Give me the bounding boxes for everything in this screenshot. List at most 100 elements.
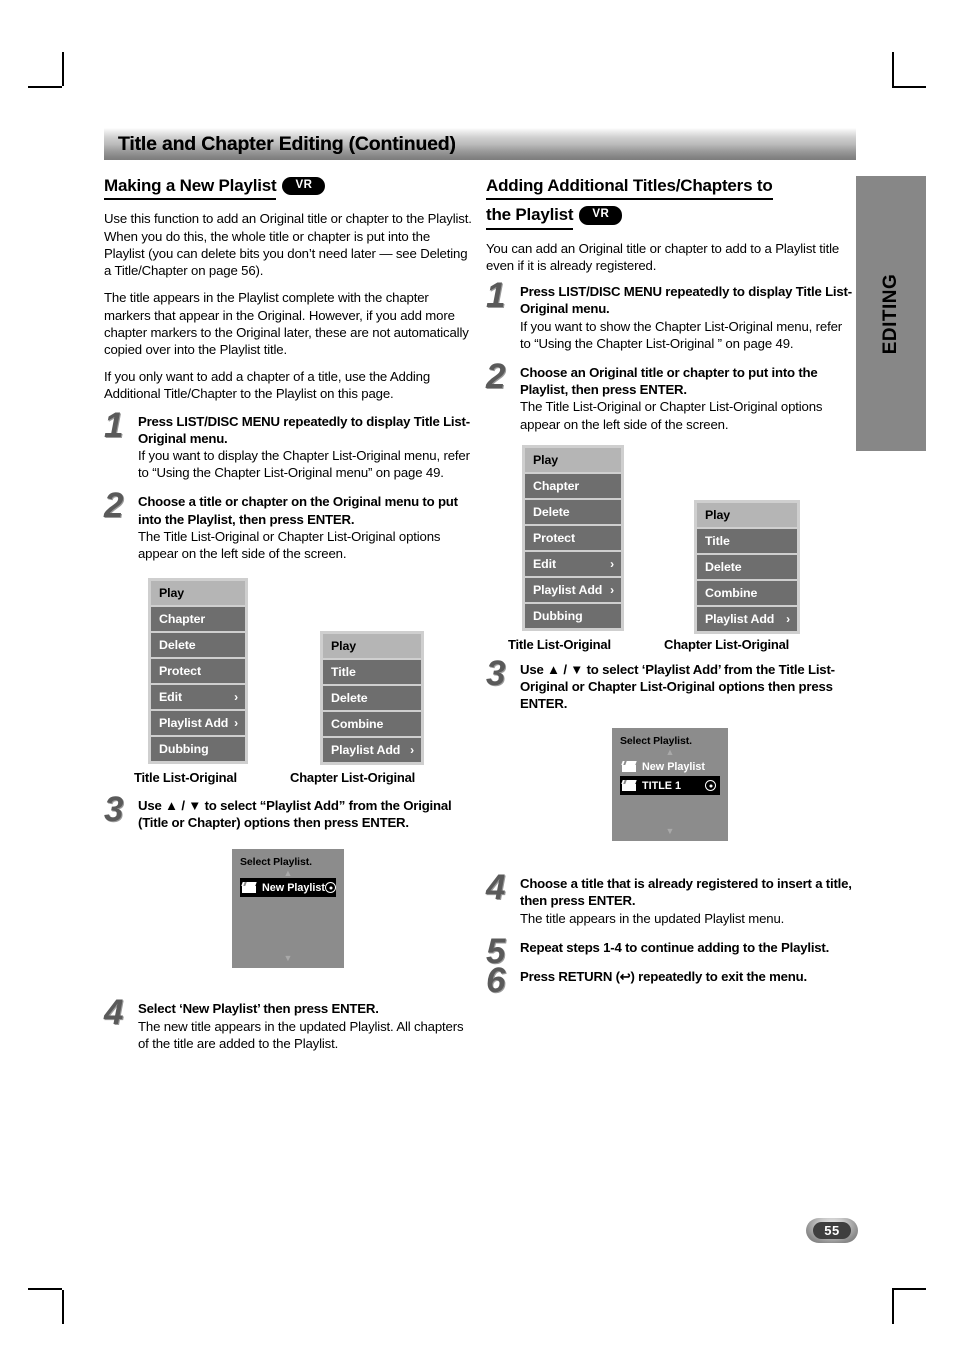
- menu-item-label: Delete: [533, 504, 570, 519]
- left-step-1: 1 Press LIST/DISC MENU repeatedly to dis…: [104, 408, 472, 482]
- menu-item-chapter[interactable]: Chapter: [151, 607, 245, 632]
- menu-item-edit[interactable]: Edit ›: [151, 685, 245, 710]
- right-step-1-sub: If you want to show the Chapter List-Ori…: [520, 318, 843, 351]
- crop-mark-top-right-v: [892, 52, 894, 86]
- right-step-1-lead: Press LIST/DISC MENU repeatedly to displ…: [520, 284, 852, 317]
- right-step-5: 5 Repeat steps 1-4 to continue adding to…: [486, 934, 854, 969]
- menu-item-play[interactable]: Play: [525, 447, 621, 472]
- select-playlist-row-title-1[interactable]: TITLE 1: [620, 776, 720, 796]
- right-step-6-lead: Press RETURN (↩) repeatedly to exit the …: [520, 968, 854, 986]
- menu-item-title[interactable]: Title: [697, 528, 797, 553]
- chevron-right-icon: ›: [786, 611, 790, 626]
- scroll-down-arrow-icon[interactable]: ▼: [612, 827, 728, 836]
- right-intro-paragraph-1: You can add an Original title or chapter…: [486, 240, 840, 274]
- scroll-up-arrow-icon[interactable]: ▲: [620, 748, 720, 757]
- menu-item-combine[interactable]: Combine: [697, 580, 797, 605]
- menu-item-playlist-add[interactable]: Playlist Add ›: [697, 606, 797, 631]
- menu-item-label: Play: [533, 452, 559, 467]
- menu-item-protect[interactable]: Protect: [525, 525, 621, 550]
- menu-item-delete[interactable]: Delete: [525, 499, 621, 524]
- left-section-heading: Making a New Playlist VR: [104, 175, 472, 201]
- menu-item-chapter[interactable]: Chapter: [525, 473, 621, 498]
- vr-badge-icon: VR: [579, 206, 623, 225]
- menu-item-label: Chapter: [533, 478, 580, 493]
- menu-item-dubbing[interactable]: Dubbing: [525, 603, 621, 628]
- menu-item-label: Edit: [533, 556, 557, 571]
- right-chapter-list-caption: Chapter List-Original: [664, 636, 790, 652]
- left-chapter-list-caption: Chapter List-Original: [290, 770, 416, 786]
- left-heading-text: Making a New Playlist: [104, 175, 277, 201]
- right-osd-menu-group: Play Chapter Delete Protect Edit › Playl…: [486, 444, 854, 655]
- menu-item-delete[interactable]: Delete: [323, 686, 421, 711]
- menu-item-label: Dubbing: [159, 742, 209, 757]
- left-step-1-sub: If you want to display the Chapter List-…: [138, 447, 470, 481]
- scroll-down-arrow-icon[interactable]: ▼: [232, 954, 344, 963]
- menu-item-label: Dubbing: [533, 608, 583, 623]
- film-slate-icon: [241, 882, 257, 894]
- select-playlist-row-new-playlist[interactable]: New Playlist: [240, 878, 337, 898]
- menu-item-label: Protect: [533, 530, 575, 545]
- crop-mark-top-left-h: [28, 86, 62, 88]
- menu-item-label: Playlist Add: [533, 582, 603, 597]
- right-column: Adding Additional Titles/Chapters to the…: [486, 175, 854, 998]
- right-step-4-number: 4: [486, 868, 506, 908]
- left-intro-paragraph-2: The title appears in the Playlist comple…: [104, 290, 469, 357]
- menu-item-play[interactable]: Play: [323, 634, 421, 659]
- menu-item-play[interactable]: Play: [151, 581, 245, 606]
- right-step-5-lead: Repeat steps 1-4 to continue adding to t…: [520, 939, 830, 955]
- menu-item-play[interactable]: Play: [697, 502, 797, 527]
- left-step-4-lead: Select ‘New Playlist’ then press ENTER.: [138, 1001, 379, 1017]
- menu-item-label: Edit: [159, 690, 183, 705]
- menu-item-label: Title: [705, 533, 730, 548]
- menu-item-label: Delete: [331, 691, 368, 706]
- page-number: 55: [813, 1222, 851, 1239]
- chevron-right-icon: ›: [410, 743, 414, 758]
- select-playlist-title: Select Playlist.: [240, 856, 312, 869]
- select-playlist-row-label: New Playlist: [642, 760, 706, 773]
- right-step-1: 1 Press LIST/DISC MENU repeatedly to dis…: [486, 278, 854, 352]
- right-select-playlist-dialog[interactable]: Select Playlist. ▲ New Playlist TITLE 1 …: [612, 728, 728, 842]
- select-playlist-row-new-playlist[interactable]: New Playlist: [620, 757, 720, 776]
- right-heading-line2: the Playlist: [486, 204, 574, 230]
- left-step-1-lead: Press LIST/DISC MENU repeatedly to displ…: [138, 413, 470, 446]
- scroll-up-arrow-icon[interactable]: ▲: [240, 869, 336, 878]
- right-step-2: 2 Choose an Original title or chapter to…: [486, 359, 854, 433]
- right-step-6: 6 Press RETURN (↩) repeatedly to exit th…: [486, 963, 854, 998]
- film-slate-icon: [621, 780, 637, 792]
- menu-item-playlist-add[interactable]: Playlist Add ›: [525, 577, 621, 602]
- menu-item-protect[interactable]: Protect: [151, 659, 245, 684]
- menu-item-label: Play: [159, 586, 185, 601]
- record-dot-icon: [705, 780, 716, 792]
- menu-item-label: Combine: [705, 585, 758, 600]
- left-step-2: 2 Choose a title or chapter on the Origi…: [104, 488, 472, 562]
- select-playlist-row-label: New Playlist: [262, 881, 326, 894]
- menu-item-edit[interactable]: Edit ›: [525, 551, 621, 576]
- menu-item-delete[interactable]: Delete: [151, 633, 245, 658]
- crop-mark-bottom-right-v: [892, 1290, 894, 1324]
- right-title-list-original-menu[interactable]: Play Chapter Delete Protect Edit › Playl…: [522, 444, 624, 631]
- left-select-playlist-dialog[interactable]: Select Playlist. ▲ New Playlist ▼: [232, 849, 344, 969]
- menu-item-playlist-add[interactable]: Playlist Add ›: [323, 738, 421, 763]
- menu-item-title[interactable]: Title: [323, 660, 421, 685]
- right-step-4-lead: Choose a title that is already registere…: [520, 876, 852, 909]
- menu-item-label: Protect: [159, 664, 201, 679]
- left-chapter-list-original-menu[interactable]: Play Title Delete Combine Playlist Add ›: [320, 631, 424, 766]
- menu-item-label: Chapter: [159, 612, 206, 627]
- left-intro-paragraph-1: Use this function to add an Original tit…: [104, 211, 472, 279]
- menu-item-label: Playlist Add: [159, 716, 229, 731]
- left-step-2-sub: The Title List-Original or Chapter List-…: [138, 528, 441, 561]
- return-arrow-icon: ↩: [619, 968, 631, 984]
- right-chapter-list-original-menu[interactable]: Play Title Delete Combine Playlist Add ›: [694, 499, 800, 634]
- menu-item-playlist-add[interactable]: Playlist Add ›: [151, 711, 245, 736]
- menu-item-combine[interactable]: Combine: [323, 712, 421, 737]
- chevron-right-icon: ›: [234, 690, 238, 705]
- menu-item-label: Delete: [705, 559, 742, 574]
- menu-item-dubbing[interactable]: Dubbing: [151, 737, 245, 762]
- menu-item-delete[interactable]: Delete: [697, 554, 797, 579]
- left-step-3: 3 Use ▲ / ▼ to select “Playlist Add” fro…: [104, 792, 472, 831]
- left-title-list-original-menu[interactable]: Play Chapter Delete Protect Edit › Playl…: [148, 578, 248, 765]
- left-step-1-number: 1: [104, 405, 124, 445]
- right-step-6-lead-after: ) repeatedly to exit the menu.: [630, 968, 808, 984]
- menu-item-label: Delete: [159, 638, 196, 653]
- select-playlist-title: Select Playlist.: [620, 735, 692, 748]
